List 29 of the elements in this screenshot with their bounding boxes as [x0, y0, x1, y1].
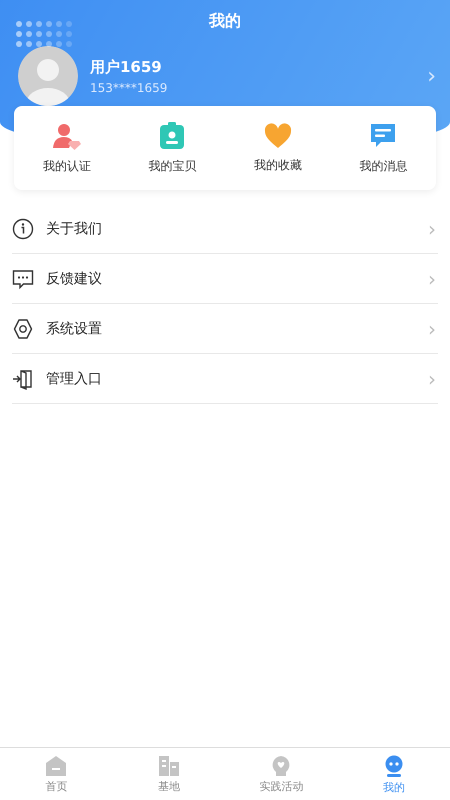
building-icon — [156, 754, 181, 776]
page-title: 我的 — [208, 10, 242, 32]
door-enter-icon — [12, 368, 34, 390]
person-badge-icon[interactable] — [52, 122, 82, 150]
user-name: 用户1659 — [90, 58, 162, 76]
info-icon — [12, 218, 34, 240]
id-card-icon[interactable] — [159, 122, 186, 150]
chevron-icon: › — [428, 266, 436, 290]
dot-pattern-icon — [15, 20, 75, 50]
chat-icon — [12, 268, 34, 290]
chevron-icon: › — [428, 216, 436, 240]
shortcut-label[interactable]: 我的认证 — [42, 158, 91, 174]
shortcut-label[interactable]: 我的消息 — [359, 158, 408, 174]
heart-icon[interactable] — [264, 122, 292, 148]
chevron-icon: › — [428, 366, 436, 390]
shortcut-label[interactable]: 我的收藏 — [254, 156, 302, 174]
menu-item[interactable]: 关于我们 › — [12, 204, 438, 254]
menu-item[interactable]: 反馈建议 › — [12, 254, 438, 304]
menu-item[interactable]: 管理入口 › — [12, 354, 438, 404]
shortcut-label[interactable]: 我的宝贝 — [148, 158, 196, 174]
phone-number: 153****1659 — [90, 80, 168, 94]
chevron-icon: › — [428, 316, 436, 340]
tab[interactable]: 基地 — [112, 748, 225, 800]
tab[interactable]: 实践活动 — [225, 748, 338, 800]
home-icon — [44, 754, 68, 776]
message-icon[interactable] — [369, 122, 398, 150]
settings-icon — [12, 318, 34, 340]
tab[interactable]: 首页 — [0, 748, 112, 800]
menu-item[interactable]: 系统设置 › — [12, 304, 438, 354]
